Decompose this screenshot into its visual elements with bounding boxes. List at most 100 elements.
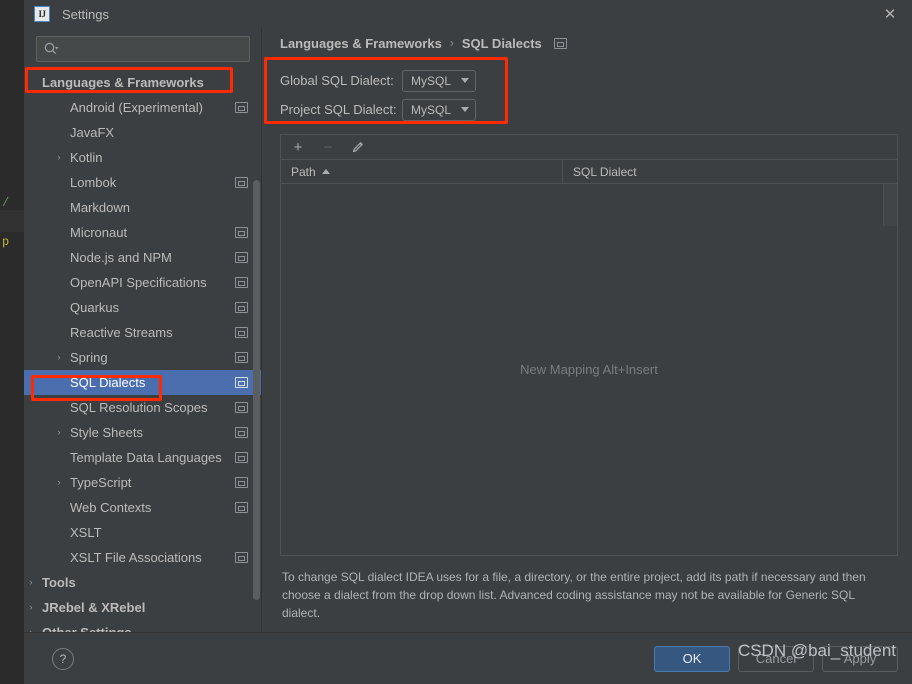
search-row <box>24 28 262 68</box>
breadcrumb-parent[interactable]: Languages & Frameworks <box>280 36 442 51</box>
project-scope-icon <box>235 352 248 363</box>
breadcrumb: Languages & Frameworks › SQL Dialects <box>262 28 912 58</box>
sidebar-item-reactive-streams[interactable]: Reactive Streams <box>24 320 262 345</box>
project-scope-icon <box>235 302 248 313</box>
sidebar-item-android-experimental[interactable]: Android (Experimental) <box>24 95 262 120</box>
project-scope-icon <box>235 227 248 238</box>
dialog-title-bar: IJ Settings ✕ <box>24 0 912 28</box>
project-scope-icon <box>235 452 248 463</box>
sidebar-item-label: Kotlin <box>70 150 103 165</box>
sidebar-item-label: Quarkus <box>70 300 120 315</box>
sidebar-item-sql-resolution-scopes[interactable]: SQL Resolution Scopes <box>24 395 262 420</box>
mappings-table-area: + − Path SQL Dialect New Mapping Alt+Ins… <box>280 134 898 556</box>
project-dialect-dropdown[interactable]: MySQL <box>402 98 477 121</box>
code-fragment-keyword: p <box>2 235 10 249</box>
chevron-right-icon[interactable]: › <box>52 428 66 437</box>
chevron-right-icon[interactable]: › <box>52 353 66 362</box>
sidebar-item-template-data-languages[interactable]: Template Data Languages <box>24 445 262 470</box>
sidebar-item-label: Template Data Languages <box>70 450 222 465</box>
sidebar-item-xslt[interactable]: XSLT <box>24 520 262 545</box>
minus-icon: − <box>323 138 333 156</box>
sidebar-item-kotlin[interactable]: › Kotlin <box>24 145 262 170</box>
hint-text: To change SQL dialect IDEA uses for a fi… <box>282 570 866 620</box>
sidebar-scrollbar[interactable] <box>253 180 260 600</box>
sidebar-item-label: Node.js and NPM <box>70 250 172 265</box>
help-icon[interactable]: ? <box>52 647 74 670</box>
sidebar-item-node-js-and-npm[interactable]: Node.js and NPM <box>24 245 262 270</box>
search-input[interactable] <box>59 42 243 56</box>
cancel-button[interactable]: Cancel <box>738 645 814 672</box>
sidebar-item-style-sheets[interactable]: › Style Sheets <box>24 420 262 445</box>
column-header-path[interactable]: Path <box>281 160 563 183</box>
sidebar-item-label: OpenAPI Specifications <box>70 275 207 290</box>
sidebar-item-sql-dialects[interactable]: SQL Dialects <box>24 370 262 395</box>
chevron-right-icon[interactable]: › <box>24 603 38 612</box>
sidebar-item-languages-frameworks[interactable]: Languages & Frameworks <box>24 70 262 95</box>
column-header-sql-dialect-label: SQL Dialect <box>573 164 637 179</box>
project-dialect-label: Project SQL Dialect: <box>280 102 397 117</box>
chevron-down-icon <box>461 78 470 83</box>
sidebar-item-quarkus[interactable]: Quarkus <box>24 295 262 320</box>
sidebar-item-javafx[interactable]: JavaFX <box>24 120 262 145</box>
chevron-right-icon[interactable]: › <box>52 153 66 162</box>
sidebar-item-label: Web Contexts <box>70 500 152 515</box>
sidebar-item-label: Markdown <box>70 200 130 215</box>
sidebar-item-openapi-specifications[interactable]: OpenAPI Specifications <box>24 270 262 295</box>
ok-button[interactable]: OK <box>654 645 730 672</box>
search-box[interactable] <box>36 36 250 62</box>
global-dialect-label: Global SQL Dialect: <box>280 73 394 88</box>
sidebar-item-other-settings[interactable]: ›Other Settings <box>24 620 262 632</box>
dialog-title: Settings <box>62 6 109 22</box>
project-dialect-row: Project SQL Dialect: MySQL <box>280 95 912 124</box>
sort-ascending-icon <box>321 169 330 174</box>
project-scope-icon <box>235 502 248 513</box>
sidebar-item-spring[interactable]: › Spring <box>24 345 262 370</box>
dialect-form: Global SQL Dialect: MySQL Project SQL Di… <box>262 58 912 134</box>
sidebar-item-label: XSLT <box>70 525 102 540</box>
sidebar-item-typescript[interactable]: › TypeScript <box>24 470 262 495</box>
project-scope-icon <box>235 377 248 388</box>
global-dialect-row: Global SQL Dialect: MySQL <box>280 66 912 95</box>
sidebar-item-label: Languages & Frameworks <box>42 75 204 90</box>
sidebar-item-jrebel-xrebel[interactable]: › JRebel & XRebel <box>24 595 262 620</box>
mappings-toolbar: + − <box>281 135 897 160</box>
column-header-sql-dialect[interactable]: SQL Dialect <box>563 160 897 183</box>
sidebar-item-lombok[interactable]: Lombok <box>24 170 262 195</box>
sidebar-item-label: Style Sheets <box>70 425 143 440</box>
project-scope-icon <box>235 552 248 563</box>
ide-editor-backdrop: / p <box>0 0 24 684</box>
project-scope-icon <box>235 327 248 338</box>
sidebar-item-label: Reactive Streams <box>70 325 173 340</box>
global-dialect-dropdown[interactable]: MySQL <box>402 69 477 92</box>
sidebar-item-markdown[interactable]: Markdown <box>24 195 262 220</box>
code-fragment-comment: / <box>2 196 10 210</box>
settings-sidebar: Languages & Frameworks Android (Experimen… <box>24 28 262 632</box>
chevron-right-icon[interactable]: › <box>24 578 38 587</box>
close-icon[interactable]: ✕ <box>868 0 912 28</box>
sidebar-item-label: Tools <box>42 575 76 590</box>
sidebar-item-web-contexts[interactable]: Web Contexts <box>24 495 262 520</box>
sidebar-item-micronaut[interactable]: Micronaut <box>24 220 262 245</box>
plus-icon[interactable]: + <box>289 138 307 156</box>
settings-dialog: IJ Settings ✕ Languages & Frameworks And… <box>24 0 912 684</box>
sidebar-item-label: SQL Resolution Scopes <box>70 400 208 415</box>
global-dialect-value: MySQL <box>411 73 452 88</box>
pencil-icon[interactable] <box>349 138 367 156</box>
intellij-idea-icon: IJ <box>34 6 50 22</box>
sidebar-item-xslt-file-associations[interactable]: XSLT File Associations <box>24 545 262 570</box>
chevron-right-icon[interactable]: › <box>52 478 66 487</box>
project-scope-icon <box>235 102 248 113</box>
sidebar-item-tools[interactable]: › Tools <box>24 570 262 595</box>
project-scope-icon <box>235 477 248 488</box>
settings-tree[interactable]: Languages & Frameworks Android (Experimen… <box>24 68 262 632</box>
table-scrollbar[interactable] <box>883 184 897 226</box>
dialog-button-bar: ? OK Cancel Apply CSDN @bai_student <box>24 632 912 684</box>
apply-button[interactable]: Apply <box>822 645 898 672</box>
chevron-down-icon <box>461 107 470 112</box>
mappings-table-body[interactable]: New Mapping Alt+Insert <box>281 184 897 555</box>
mappings-table-header: Path SQL Dialect <box>281 160 897 184</box>
search-icon <box>43 41 59 57</box>
project-scope-icon <box>235 252 248 263</box>
sidebar-item-label: JRebel & XRebel <box>42 600 146 615</box>
project-scope-icon <box>235 427 248 438</box>
